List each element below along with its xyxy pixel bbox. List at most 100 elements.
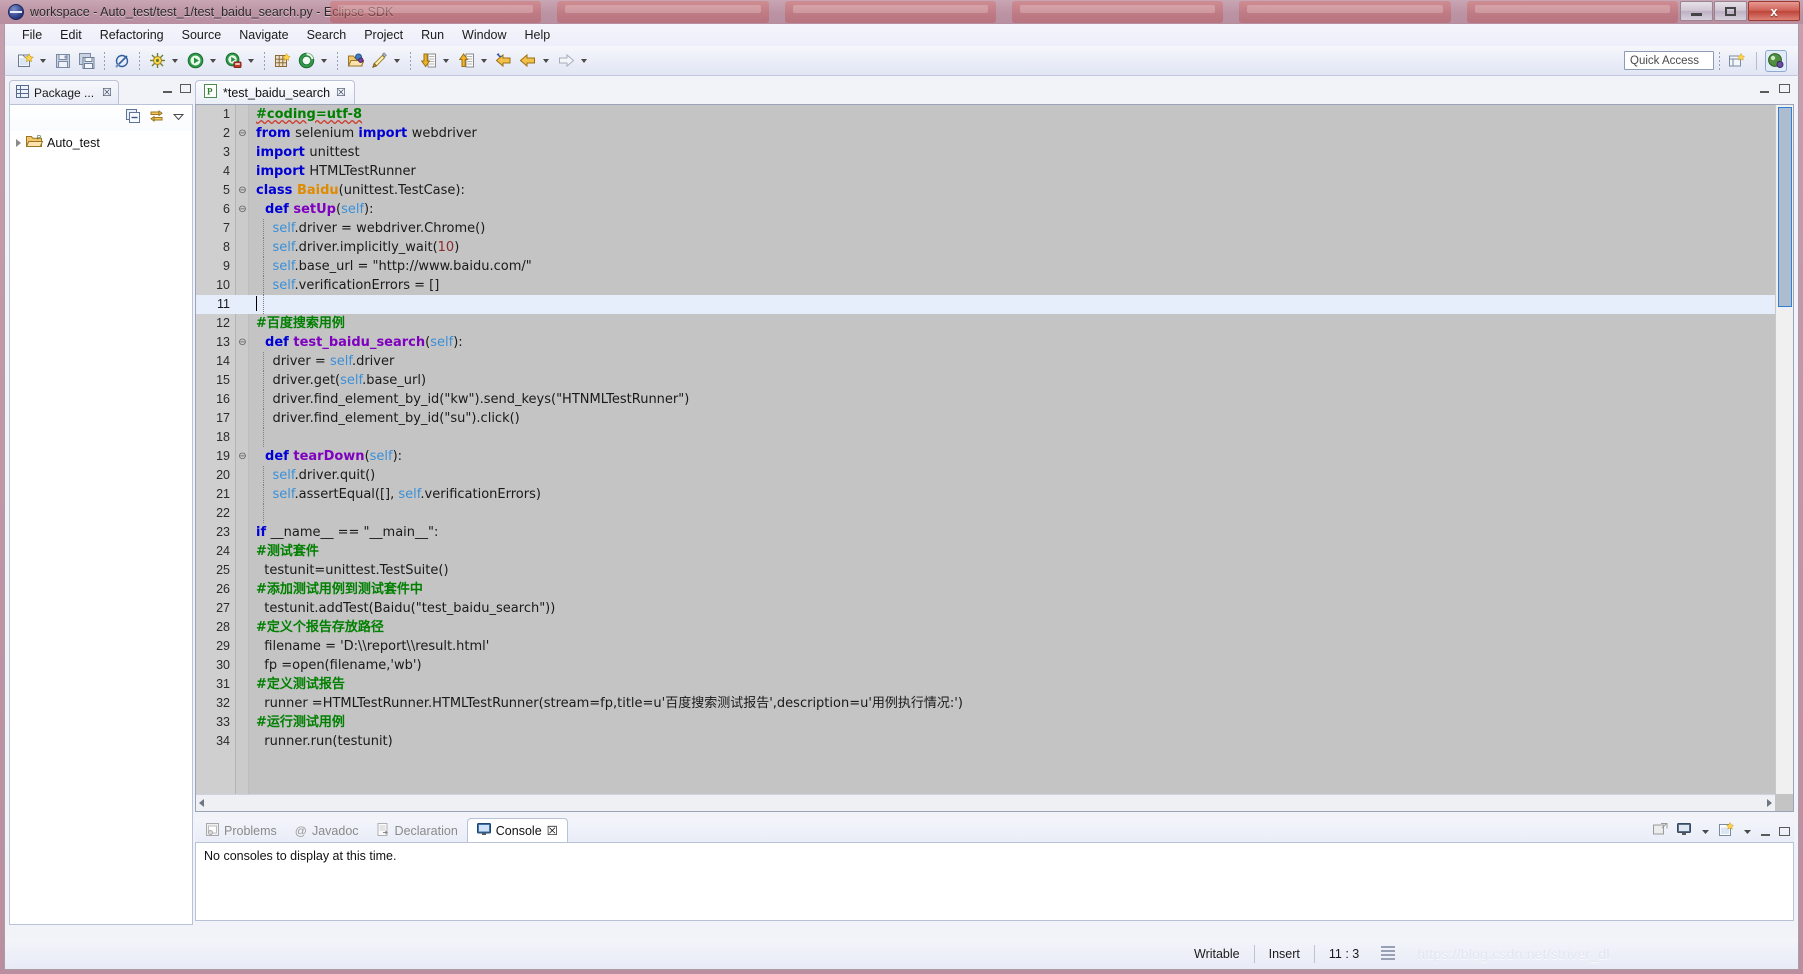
back-dropdown-icon[interactable] [540, 50, 552, 72]
new-wizard-icon[interactable] [14, 50, 36, 72]
code-line[interactable]: 6 ⊖ def setUp(self): [196, 200, 1775, 219]
menu-edit[interactable]: Edit [51, 25, 91, 45]
editor-vertical-scrollbar[interactable] [1775, 105, 1793, 794]
code-line[interactable]: 19 ⊖ def tearDown(self): [196, 447, 1775, 466]
menu-help[interactable]: Help [516, 25, 560, 45]
toggle-annotation-icon[interactable] [111, 50, 133, 72]
tab-console[interactable]: Console ☒ [466, 818, 568, 842]
code-line[interactable]: 26 #添加测试用例到测试套件中 [196, 580, 1775, 599]
new-console-view-icon[interactable] [1719, 821, 1735, 841]
minimize-button[interactable] [1680, 1, 1713, 21]
next-annotation-icon[interactable] [417, 50, 439, 72]
code-line[interactable]: 32 runner =HTMLTestRunner.HTMLTestRunner… [196, 694, 1775, 713]
fold-toggle-icon[interactable]: ⊖ [237, 124, 248, 143]
run-icon[interactable] [184, 50, 206, 72]
debug-dropdown-icon[interactable] [169, 50, 181, 72]
fold-toggle-icon[interactable]: ⊖ [237, 333, 248, 352]
pydev-perspective-icon[interactable] [1765, 49, 1787, 72]
collapse-all-icon[interactable] [126, 108, 140, 128]
forward-dropdown-icon[interactable] [578, 50, 590, 72]
code-line[interactable]: 4 import HTMLTestRunner [196, 162, 1775, 181]
save-all-icon[interactable] [76, 50, 98, 72]
code-line[interactable]: 24 #测试套件 [196, 542, 1775, 561]
code-line[interactable]: 34 runner.run(testunit) [196, 732, 1775, 751]
code-line[interactable]: 20 self.driver.quit() [196, 466, 1775, 485]
display-selected-console-icon[interactable] [1677, 822, 1692, 841]
new-wizard-dropdown-icon[interactable] [37, 50, 49, 72]
code-line[interactable]: 22 [196, 504, 1775, 523]
tab-problems[interactable]: Problems [197, 820, 286, 842]
code-line[interactable]: 16 driver.find_element_by_id("kw").send_… [196, 390, 1775, 409]
code-line[interactable]: 3 import unittest [196, 143, 1775, 162]
save-icon[interactable] [52, 50, 74, 72]
scroll-left-icon[interactable] [199, 799, 204, 807]
maximize-icon[interactable] [1779, 84, 1790, 93]
code-line[interactable]: 18 [196, 428, 1775, 447]
fold-toggle-icon[interactable]: ⊖ [237, 447, 248, 466]
open-perspective-icon[interactable] [1726, 50, 1748, 72]
code-line[interactable]: 28 #定义个报告存放路径 [196, 618, 1775, 637]
menu-refactoring[interactable]: Refactoring [91, 25, 173, 45]
code-line[interactable]: 29 filename = 'D:\\report\\result.html' [196, 637, 1775, 656]
code-line[interactable]: 27 testunit.addTest(Baidu("test_baidu_se… [196, 599, 1775, 618]
close-button[interactable]: x [1748, 1, 1800, 21]
maximize-icon[interactable] [1779, 827, 1790, 836]
code-line[interactable]: 10 self.verificationErrors = [] [196, 276, 1775, 295]
code-line[interactable]: 1 #coding=utf-8 [196, 105, 1775, 124]
code-line[interactable]: 17 driver.find_element_by_id("su").click… [196, 409, 1775, 428]
close-icon[interactable]: ☒ [102, 86, 112, 99]
menu-source[interactable]: Source [173, 25, 231, 45]
code-line[interactable]: 5 ⊖ class Baidu(unittest.TestCase): [196, 181, 1775, 200]
code-viewport[interactable]: 1 #coding=utf-8 2 ⊖ from selenium import web… [196, 105, 1775, 794]
link-with-editor-icon[interactable] [149, 109, 164, 128]
code-line[interactable]: 7 self.driver = webdriver.Chrome() [196, 219, 1775, 238]
close-icon[interactable]: ☒ [336, 86, 346, 99]
back-to-icon[interactable] [493, 50, 515, 72]
code-line[interactable]: 21 self.assertEqual([], self.verificatio… [196, 485, 1775, 504]
maximize-icon[interactable] [180, 84, 191, 93]
minimize-icon[interactable] [163, 90, 172, 93]
minimize-icon[interactable] [1760, 90, 1769, 93]
code-line[interactable]: 9 self.base_url = "http://www.baidu.com/… [196, 257, 1775, 276]
menu-navigate[interactable]: Navigate [230, 25, 297, 45]
code-line[interactable]: 12 #百度搜索用例 [196, 314, 1775, 333]
tab-package-explorer[interactable]: Package ... ☒ [9, 80, 119, 104]
close-icon[interactable]: ☒ [547, 823, 558, 838]
debug-icon[interactable] [146, 50, 168, 72]
next-annotation-dropdown-icon[interactable] [440, 50, 452, 72]
editor-horizontal-scrollbar[interactable] [196, 794, 1775, 811]
code-line[interactable]: 33 #运行测试用例 [196, 713, 1775, 732]
previous-annotation-icon[interactable] [455, 50, 477, 72]
forward-icon[interactable] [555, 50, 577, 72]
external-tools-icon[interactable] [222, 50, 244, 72]
menu-run[interactable]: Run [412, 25, 453, 45]
menu-window[interactable]: Window [453, 25, 515, 45]
code-line[interactable]: 15 driver.get(self.base_url) [196, 371, 1775, 390]
minimize-icon[interactable] [1761, 833, 1770, 836]
tab-declaration[interactable]: Declaration [368, 820, 467, 842]
quick-access-input[interactable]: Quick Access [1624, 51, 1714, 70]
run-dropdown-icon[interactable] [207, 50, 219, 72]
menu-project[interactable]: Project [355, 25, 412, 45]
maximize-button[interactable] [1714, 1, 1747, 21]
menu-file[interactable]: File [13, 25, 51, 45]
tree-item-auto-test[interactable]: P Auto_test [10, 131, 192, 154]
chevron-right-icon[interactable] [16, 138, 21, 147]
fold-toggle-icon[interactable]: ⊖ [237, 200, 248, 219]
code-line[interactable]: 11 [196, 295, 1775, 314]
scrollbar-thumb[interactable] [1778, 107, 1792, 307]
code-line[interactable]: 23 if __name__ == "__main__": [196, 523, 1775, 542]
menu-search[interactable]: Search [298, 25, 356, 45]
code-line[interactable]: 30 fp =open(filename,'wb') [196, 656, 1775, 675]
open-console-icon[interactable] [1653, 822, 1668, 841]
previous-annotation-dropdown-icon[interactable] [478, 50, 490, 72]
tab-javadoc[interactable]: @ Javadoc [286, 820, 368, 842]
code-line[interactable]: 8 self.driver.implicitly_wait(10) [196, 238, 1775, 257]
view-menu-icon[interactable] [172, 109, 185, 127]
code-line[interactable]: 2 ⊖ from selenium import webdriver [196, 124, 1775, 143]
open-type-icon[interactable] [344, 50, 366, 72]
search-icon[interactable] [368, 50, 390, 72]
new-console-view-dropdown-icon[interactable] [1743, 823, 1752, 841]
display-selected-console-dropdown-icon[interactable] [1701, 823, 1710, 841]
pydev-dropdown-icon[interactable] [318, 50, 330, 72]
